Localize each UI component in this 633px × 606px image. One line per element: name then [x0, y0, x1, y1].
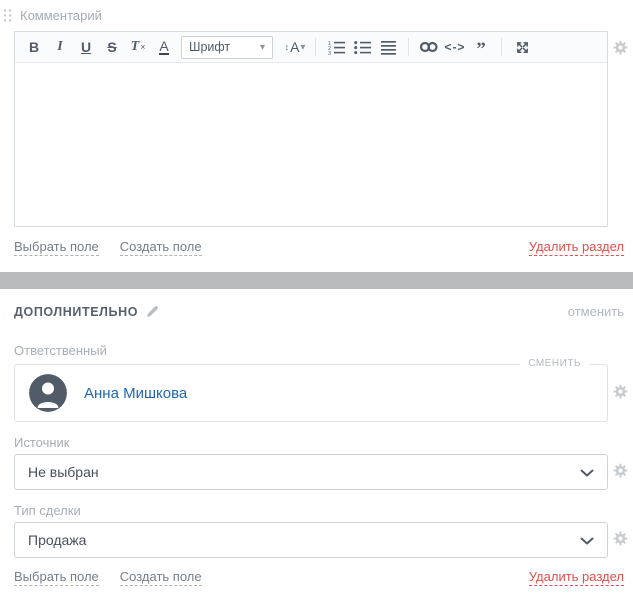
- comment-field-header: Комментарий: [3, 0, 633, 23]
- fullscreen-icon[interactable]: [509, 34, 535, 60]
- clear-format-t: T: [131, 39, 140, 55]
- font-size-button[interactable]: ↕ A ▾: [282, 34, 308, 60]
- additional-section-header: ДОПОЛНИТЕЛЬНО отменить: [14, 304, 633, 319]
- comment-section: Комментарий B I U S T× A Шрифт ▾ ↕ A ▾: [0, 0, 633, 256]
- font-family-value: Шрифт: [189, 40, 230, 54]
- deal-type-value: Продажа: [28, 532, 86, 548]
- chevron-down-icon: ▾: [260, 42, 265, 53]
- source-label: Источник: [14, 435, 633, 450]
- editor-toolbar: B I U S T× A Шрифт ▾ ↕ A ▾: [15, 32, 607, 63]
- create-field-link[interactable]: Создать поле: [120, 569, 202, 586]
- gear-icon[interactable]: [613, 384, 628, 402]
- strikethrough-button[interactable]: S: [99, 34, 125, 60]
- avatar: [29, 374, 67, 412]
- source-code-button[interactable]: <->: [442, 34, 468, 60]
- additional-section-footer: Выбрать поле Создать поле Удалить раздел: [14, 569, 633, 586]
- additional-section: ДОПОЛНИТЕЛЬНО отменить Ответственный СМЕ…: [0, 304, 633, 586]
- chevron-down-icon: [580, 465, 594, 480]
- comment-field-label: Комментарий: [20, 8, 102, 23]
- svg-text:3: 3: [328, 51, 331, 55]
- source-select[interactable]: Не выбран: [14, 454, 608, 490]
- underline-button[interactable]: U: [73, 34, 99, 60]
- chevron-down-icon: ▾: [300, 42, 305, 53]
- editor-content-area[interactable]: [15, 63, 607, 226]
- bullet-list-button[interactable]: [349, 34, 375, 60]
- drag-handle-icon[interactable]: [3, 8, 12, 23]
- gear-icon[interactable]: [613, 40, 628, 58]
- blockquote-button[interactable]: ”: [468, 34, 494, 60]
- clear-format-button[interactable]: T×: [125, 34, 151, 60]
- bold-button[interactable]: B: [21, 34, 47, 60]
- create-field-link[interactable]: Создать поле: [120, 239, 202, 256]
- select-field-link[interactable]: Выбрать поле: [14, 239, 99, 256]
- deal-type-label: Тип сделки: [14, 503, 633, 518]
- responsible-label: Ответственный: [14, 343, 633, 358]
- numbered-list-button[interactable]: 1 2 3: [323, 34, 349, 60]
- clear-format-x: ×: [140, 42, 145, 52]
- rich-text-editor[interactable]: B I U S T× A Шрифт ▾ ↕ A ▾: [14, 31, 608, 227]
- delete-section-link[interactable]: Удалить раздел: [529, 569, 624, 586]
- toolbar-separator: [315, 38, 316, 56]
- align-justify-button[interactable]: [375, 34, 401, 60]
- text-color-glyph: A: [159, 39, 168, 56]
- section-divider: [0, 272, 633, 289]
- responsible-user-link[interactable]: Анна Мишкова: [84, 385, 187, 402]
- link-icon[interactable]: [416, 34, 442, 60]
- gear-icon[interactable]: [613, 531, 628, 549]
- gear-icon[interactable]: [613, 463, 628, 481]
- deal-type-select[interactable]: Продажа: [14, 522, 608, 558]
- cancel-link[interactable]: отменить: [568, 304, 624, 319]
- change-responsible-link[interactable]: СМЕНИТЬ: [520, 358, 589, 369]
- italic-button[interactable]: I: [47, 34, 73, 60]
- section-title: ДОПОЛНИТЕЛЬНО: [14, 305, 138, 319]
- toolbar-separator: [408, 38, 409, 56]
- edit-pencil-icon[interactable]: [146, 305, 159, 318]
- select-field-link[interactable]: Выбрать поле: [14, 569, 99, 586]
- chevron-down-icon: [580, 533, 594, 548]
- font-size-glyph: A: [290, 39, 299, 55]
- delete-section-link[interactable]: Удалить раздел: [529, 239, 624, 256]
- text-color-button[interactable]: A: [151, 34, 177, 60]
- updown-arrows-icon: ↕: [285, 42, 290, 52]
- comment-section-footer: Выбрать поле Создать поле Удалить раздел: [14, 239, 633, 256]
- source-value: Не выбран: [28, 464, 99, 480]
- responsible-field: СМЕНИТЬ Анна Мишкова: [14, 364, 608, 422]
- toolbar-separator: [501, 38, 502, 56]
- font-family-select[interactable]: Шрифт ▾: [181, 36, 273, 59]
